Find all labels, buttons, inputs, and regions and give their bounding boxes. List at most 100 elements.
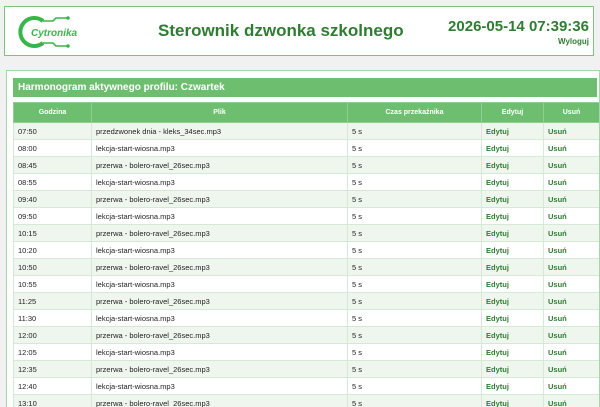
table-row: 10:55 lekcja-start-wiosna.mp3 5 s Edytuj Usu… [13, 275, 599, 293]
table-row: 12:40 lekcja-start-wiosna.mp3 5 s Edytuj Usu… [13, 377, 599, 395]
delete-link[interactable]: Usuń [543, 309, 599, 327]
edit-link[interactable]: Edytuj [481, 360, 544, 378]
cell-relay-time: 5 s [347, 309, 482, 327]
cell-time: 07:50 [13, 122, 92, 140]
logo-text: Cytronika [31, 28, 78, 39]
cell-relay-time: 5 s [347, 275, 482, 293]
delete-link[interactable]: Usuń [543, 241, 599, 259]
edit-link[interactable]: Edytuj [481, 292, 544, 310]
cell-time: 10:50 [13, 258, 92, 276]
cell-file: lekcja-start-wiosna.mp3 [91, 343, 348, 361]
cell-file: lekcja-start-wiosna.mp3 [91, 139, 348, 157]
table-row: 13:10 przerwa - bolero-ravel_26sec.mp3 5 s… [13, 394, 599, 407]
delete-link[interactable]: Usuń [543, 326, 599, 344]
cell-relay-time: 5 s [347, 122, 482, 140]
table-row: 08:55 lekcja-start-wiosna.mp3 5 s Edytuj Usu… [13, 173, 599, 191]
cell-file: przerwa - bolero-ravel_26sec.mp3 [91, 224, 348, 242]
cell-relay-time: 5 s [347, 377, 482, 395]
delete-link[interactable]: Usuń [543, 139, 599, 157]
cell-time: 11:25 [13, 292, 92, 310]
cell-relay-time: 5 s [347, 207, 482, 225]
delete-link[interactable]: Usuń [543, 360, 599, 378]
cell-relay-time: 5 s [347, 343, 482, 361]
cell-relay-time: 5 s [347, 241, 482, 259]
cell-relay-time: 5 s [347, 139, 482, 157]
delete-link[interactable]: Usuń [543, 224, 599, 242]
cell-relay-time: 5 s [347, 360, 482, 378]
schedule-rows: 07:50 przedzwonek dnia - kleks_34sec.mp3 5… [13, 122, 599, 407]
delete-link[interactable]: Usuń [543, 122, 599, 140]
delete-link[interactable]: Usuń [543, 156, 599, 174]
delete-link[interactable]: Usuń [543, 292, 599, 310]
edit-link[interactable]: Edytuj [481, 343, 544, 361]
cell-file: przerwa - bolero-ravel_26sec.mp3 [91, 190, 348, 208]
cell-file: lekcja-start-wiosna.mp3 [91, 377, 348, 395]
column-header-relay: Czas przekaźnika [347, 102, 482, 123]
cell-relay-time: 5 s [347, 190, 482, 208]
column-header-file: Plik [91, 102, 348, 123]
delete-link[interactable]: Usuń [543, 377, 599, 395]
cell-time: 11:30 [13, 309, 92, 327]
cell-relay-time: 5 s [347, 326, 482, 344]
table-row: 12:05 lekcja-start-wiosna.mp3 5 s Edytuj Usu… [13, 343, 599, 361]
delete-link[interactable]: Usuń [543, 207, 599, 225]
cell-file: przerwa - bolero-ravel_26sec.mp3 [91, 394, 348, 407]
edit-link[interactable]: Edytuj [481, 122, 544, 140]
app-header: Cytronika Sterownik dzwonka szkolnego 20… [4, 6, 594, 56]
table-row: 08:00 lekcja-start-wiosna.mp3 5 s Edytuj Usu… [13, 139, 599, 157]
table-row: 10:15 przerwa - bolero-ravel_26sec.mp3 5 s… [13, 224, 599, 242]
edit-link[interactable]: Edytuj [481, 139, 544, 157]
cell-file: przerwa - bolero-ravel_26sec.mp3 [91, 292, 348, 310]
edit-link[interactable]: Edytuj [481, 258, 544, 276]
table-row: 08:45 przerwa - bolero-ravel_26sec.mp3 5 s… [13, 156, 599, 174]
edit-link[interactable]: Edytuj [481, 207, 544, 225]
delete-link[interactable]: Usuń [543, 394, 599, 407]
delete-link[interactable]: Usuń [543, 173, 599, 191]
edit-link[interactable]: Edytuj [481, 190, 544, 208]
table-row: 07:50 przedzwonek dnia - kleks_34sec.mp3 5… [13, 122, 599, 140]
edit-link[interactable]: Edytuj [481, 326, 544, 344]
current-datetime: 2026-05-14 07:39:36 [448, 18, 589, 35]
edit-link[interactable]: Edytuj [481, 241, 544, 259]
edit-link[interactable]: Edytuj [481, 224, 544, 242]
edit-link[interactable]: Edytuj [481, 377, 544, 395]
cell-time: 12:05 [13, 343, 92, 361]
edit-link[interactable]: Edytuj [481, 309, 544, 327]
table-row: 10:20 lekcja-start-wiosna.mp3 5 s Edytuj Usu… [13, 241, 599, 259]
edit-link[interactable]: Edytuj [481, 173, 544, 191]
cell-time: 10:20 [13, 241, 92, 259]
delete-link[interactable]: Usuń [543, 275, 599, 293]
table-row: 10:50 przerwa - bolero-ravel_26sec.mp3 5 s… [13, 258, 599, 276]
page-title: Sterownik dzwonka szkolnego [158, 21, 404, 40]
logout-link[interactable]: Wyloguj [558, 37, 589, 46]
cell-time: 12:00 [13, 326, 92, 344]
delete-link[interactable]: Usuń [543, 190, 599, 208]
edit-link[interactable]: Edytuj [481, 275, 544, 293]
table-header-row: Godzina Plik Czas przekaźnika Edytuj Usu… [13, 102, 599, 123]
cell-time: 10:15 [13, 224, 92, 242]
edit-link[interactable]: Edytuj [481, 156, 544, 174]
schedule-table: Godzina Plik Czas przekaźnika Edytuj Usu… [13, 102, 599, 407]
edit-link[interactable]: Edytuj [481, 394, 544, 407]
cell-file: lekcja-start-wiosna.mp3 [91, 309, 348, 327]
table-row: 11:30 lekcja-start-wiosna.mp3 5 s Edytuj Usu… [13, 309, 599, 327]
cell-relay-time: 5 s [347, 156, 482, 174]
table-row: 12:00 przerwa - bolero-ravel_26sec.mp3 5 s… [13, 326, 599, 344]
cell-relay-time: 5 s [347, 173, 482, 191]
table-row: 09:50 lekcja-start-wiosna.mp3 5 s Edytuj Usu… [13, 207, 599, 225]
table-row: 09:40 przerwa - bolero-ravel_26sec.mp3 5 s… [13, 190, 599, 208]
cell-file: przerwa - bolero-ravel_26sec.mp3 [91, 258, 348, 276]
cell-file: przerwa - bolero-ravel_26sec.mp3 [91, 156, 348, 174]
column-header-delete: Usuń [543, 102, 599, 123]
cell-file: lekcja-start-wiosna.mp3 [91, 173, 348, 191]
cell-time: 12:35 [13, 360, 92, 378]
delete-link[interactable]: Usuń [543, 258, 599, 276]
cell-relay-time: 5 s [347, 394, 482, 407]
cell-file: przerwa - bolero-ravel_26sec.mp3 [91, 360, 348, 378]
column-header-time: Godzina [13, 102, 92, 123]
cell-time: 10:55 [13, 275, 92, 293]
cell-time: 09:40 [13, 190, 92, 208]
cell-time: 08:55 [13, 173, 92, 191]
delete-link[interactable]: Usuń [543, 343, 599, 361]
cell-relay-time: 5 s [347, 258, 482, 276]
